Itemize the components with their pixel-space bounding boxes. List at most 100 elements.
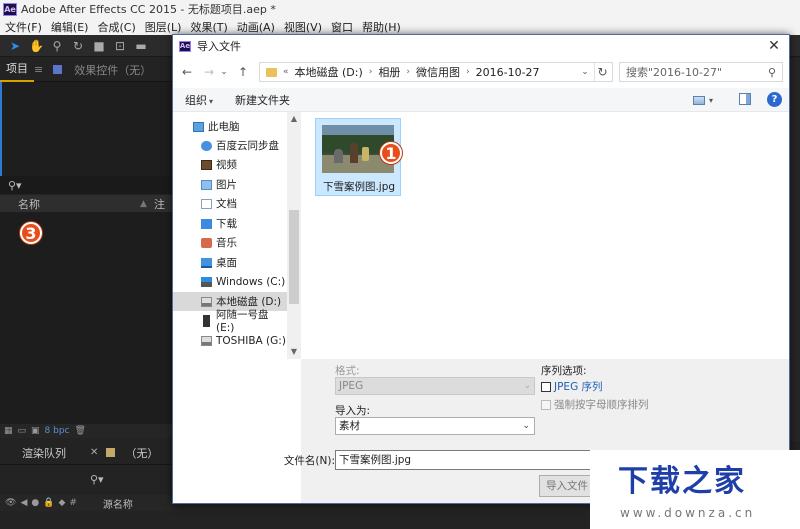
desktop-icon — [201, 257, 212, 268]
nav-scrollbar[interactable]: ▲ ▼ — [287, 112, 301, 359]
new-folder-button[interactable]: 新建文件夹 — [235, 92, 290, 108]
menu-layer[interactable]: 图层(L) — [145, 19, 182, 35]
nav-item-label: 视频 — [216, 159, 237, 171]
nav-item-music[interactable]: 音乐 — [173, 233, 287, 252]
project-footer: ▦ ▭ ▣ 8 bpc 🗑 — [0, 424, 172, 438]
file-list-area[interactable]: 下雪案例图.jpg — [301, 112, 789, 359]
label-icon[interactable]: ◆ — [58, 498, 65, 508]
menu-edit[interactable]: 编辑(E) — [51, 19, 89, 35]
eye-icon[interactable]: 👁 — [5, 498, 16, 508]
chevron-down-icon[interactable]: ⌄ — [578, 63, 592, 81]
tab-render-queue[interactable]: 渲染队列 — [0, 445, 90, 461]
project-search-input[interactable]: ⚲▾ — [0, 176, 172, 194]
menu-file[interactable]: 文件(F) — [5, 19, 42, 35]
chevron-up-icon[interactable]: ▲ — [287, 112, 301, 126]
breadcrumb-drive-d[interactable]: 本地磁盘 (D:) — [295, 64, 363, 80]
interpret-footage-icon[interactable]: ▦ — [4, 426, 13, 436]
close-icon[interactable]: ✕ — [90, 447, 98, 458]
jpeg-sequence-checkbox[interactable]: JPEG 序列 — [541, 379, 603, 394]
import-button[interactable]: 导入文件 — [539, 475, 595, 497]
chevron-down-icon[interactable]: ▼ — [287, 345, 301, 359]
rotate-tool-icon[interactable]: ↻ — [71, 39, 85, 53]
forward-arrow-icon[interactable]: → — [201, 64, 217, 80]
music-icon — [201, 237, 212, 248]
selection-tool-icon[interactable]: ➤ — [8, 39, 22, 53]
organize-button[interactable]: 组织 ▾ — [185, 92, 213, 108]
dialog-title: 导入文件 — [197, 40, 241, 53]
step-badge-1: 1 — [380, 142, 402, 164]
chevron-down-icon: ⌄ — [523, 381, 531, 391]
nav-item-pictures[interactable]: 图片 — [173, 175, 287, 194]
menu-window[interactable]: 窗口 — [331, 19, 353, 35]
lock-icon[interactable]: 🔒 — [43, 498, 54, 508]
sort-up-icon[interactable]: ▲ — [140, 199, 154, 209]
breadcrumb-date-folder[interactable]: 2016-10-27 — [476, 66, 540, 79]
timeline-search-input[interactable]: ⚲▾ — [90, 468, 172, 490]
menu-animation[interactable]: 动画(A) — [237, 19, 275, 35]
thumb-figure — [362, 147, 369, 161]
nav-item-desktop[interactable]: 桌面 — [173, 253, 287, 272]
nav-item-windows-c[interactable]: Windows (C:) — [173, 272, 287, 291]
back-arrow-icon[interactable]: ← — [179, 64, 195, 80]
mask-tool-icon[interactable]: ▬ — [134, 39, 148, 53]
checkbox-icon[interactable] — [541, 381, 551, 392]
recent-locations-icon[interactable]: ⌄ — [219, 64, 229, 80]
breadcrumb-album[interactable]: 相册 — [378, 64, 400, 80]
address-bar[interactable]: « 本地磁盘 (D:) › 相册 › 微信用图 › 2016-10-27 ⌄ ↻ — [259, 62, 613, 82]
column-note[interactable]: 注 — [154, 196, 165, 212]
search-icon[interactable]: ⚲ — [768, 66, 782, 79]
scrollbar-thumb[interactable] — [289, 210, 299, 304]
filename-input[interactable]: 下雪案例图.jpg — [335, 450, 595, 470]
breadcrumb-separator[interactable]: › — [466, 67, 470, 77]
number-icon[interactable]: # — [69, 498, 77, 508]
panel-menu-icon[interactable]: ≡ — [34, 63, 43, 76]
usb-drive-icon — [203, 314, 210, 327]
tab-project[interactable]: 项目 — [0, 58, 34, 82]
refresh-icon[interactable]: ↻ — [594, 63, 610, 81]
new-composition-icon[interactable]: ▣ — [31, 426, 40, 436]
breadcrumb-wechat-images[interactable]: 微信用图 — [416, 64, 460, 80]
import-as-select[interactable]: 素材 ⌄ — [335, 417, 535, 435]
close-icon[interactable]: ✕ — [765, 37, 783, 55]
force-alphabetical-label: 强制按字母顺序排列 — [554, 399, 649, 411]
change-view-button[interactable]: ▾ — [693, 93, 721, 107]
solo-icon[interactable]: ● — [31, 498, 39, 508]
hand-tool-icon[interactable]: ✋ — [29, 39, 44, 53]
jpeg-sequence-label: JPEG 序列 — [554, 381, 603, 393]
tab-effect-controls[interactable]: 效果控件（无） — [68, 62, 157, 78]
breadcrumb-separator[interactable]: › — [369, 67, 373, 77]
zoom-tool-icon[interactable]: ⚲ — [50, 39, 64, 53]
bit-depth-button[interactable]: 8 bpc — [45, 426, 70, 436]
comp-swatch-icon — [106, 448, 116, 457]
nav-item-label: 百度云同步盘 — [216, 140, 279, 152]
column-name[interactable]: 名称 — [0, 196, 140, 212]
help-icon[interactable]: ? — [767, 92, 782, 107]
effects-swatch-icon — [53, 65, 63, 74]
nav-item-videos[interactable]: 视频 — [173, 155, 287, 174]
menu-view[interactable]: 视图(V) — [284, 19, 322, 35]
breadcrumb-overflow[interactable]: « — [283, 67, 289, 77]
nav-item-label: 此电脑 — [208, 121, 240, 133]
nav-item-documents[interactable]: 文档 — [173, 194, 287, 213]
pan-behind-tool-icon[interactable]: ⊡ — [113, 39, 127, 53]
tab-composition-none[interactable]: （无） — [125, 445, 158, 461]
new-folder-icon[interactable]: ▭ — [18, 426, 27, 436]
search-input[interactable]: 搜索"2016-10-27" ⚲ — [619, 62, 783, 82]
audio-icon[interactable]: ◀ — [20, 498, 27, 508]
nav-item-downloads[interactable]: 下载 — [173, 214, 287, 233]
nav-item-baidu-cloud[interactable]: 百度云同步盘 — [173, 136, 287, 155]
project-item-list[interactable] — [0, 212, 172, 424]
menu-help[interactable]: 帮助(H) — [362, 19, 401, 35]
menu-effect[interactable]: 效果(T) — [190, 19, 227, 35]
camera-tool-icon[interactable]: ■ — [92, 39, 106, 53]
nav-item-this-pc[interactable]: 此电脑 — [173, 117, 287, 136]
column-source-name[interactable]: 源名称 — [103, 496, 133, 511]
preview-pane-icon[interactable] — [739, 93, 751, 105]
menu-composition[interactable]: 合成(C) — [97, 19, 135, 35]
nav-item-toshiba-g[interactable]: TOSHIBA (G:) — [173, 331, 287, 350]
up-arrow-icon[interactable]: ↑ — [235, 64, 251, 80]
nav-item-drive-e[interactable]: 阿随一号盘 (E:) — [173, 309, 287, 334]
search-icon: ⚲▾ — [90, 473, 104, 486]
breadcrumb-separator[interactable]: › — [406, 67, 410, 77]
trash-icon[interactable]: 🗑 — [75, 426, 86, 436]
